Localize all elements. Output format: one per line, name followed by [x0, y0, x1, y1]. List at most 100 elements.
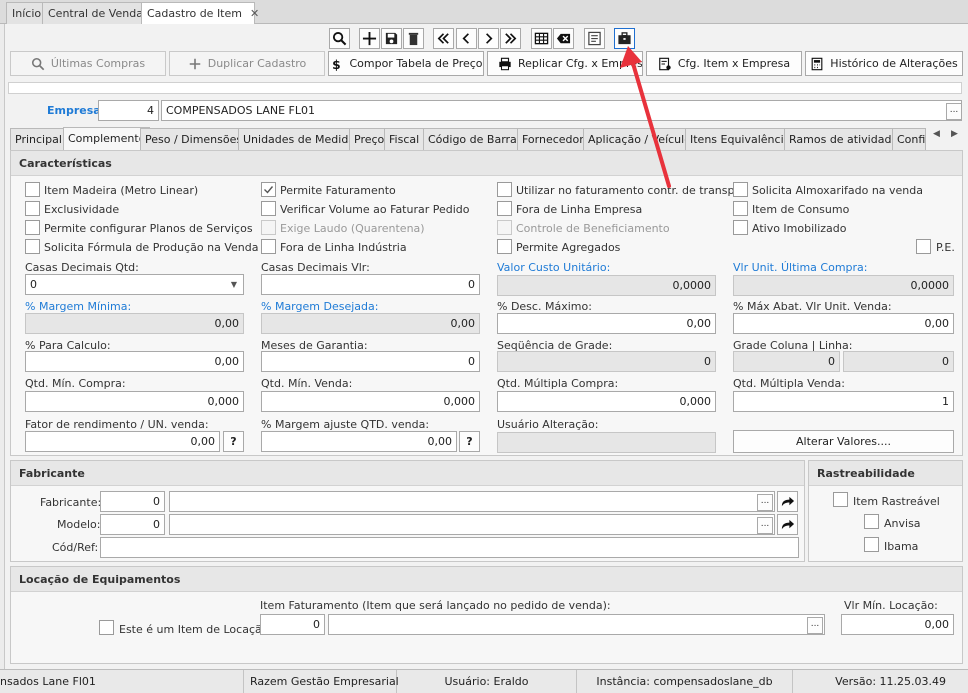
item-faturamento-name-field[interactable]	[328, 614, 825, 635]
margem-ajuste-field[interactable]: 0,00	[261, 431, 457, 452]
search-icon[interactable]	[329, 28, 350, 49]
item-faturamento-lookup-button[interactable]: ...	[807, 617, 823, 634]
max-abat-field[interactable]: 0,00	[733, 313, 954, 334]
tab-itens-equivalencia[interactable]: Itens Equivalência	[685, 128, 796, 150]
vlr-min-locacao-label: Vlr Mín. Locação:	[844, 599, 938, 612]
anvisa-label: Anvisa	[884, 517, 921, 530]
tab-peso-dimensoes[interactable]: Peso / Dimensões	[140, 128, 248, 150]
codref-field[interactable]	[100, 537, 799, 558]
min-compra-field[interactable]: 0,000	[25, 391, 244, 412]
vlr-ultima-compra-label: Vlr Unit. Última Compra:	[733, 261, 868, 274]
first-record-icon[interactable]	[433, 28, 454, 49]
modelo-goto-icon[interactable]	[777, 514, 798, 535]
fabricante-lookup-button[interactable]: ...	[757, 494, 773, 511]
add-icon[interactable]	[359, 28, 380, 49]
item-locacao-checkbox[interactable]	[99, 620, 114, 635]
item-rastreavel-checkbox[interactable]	[833, 492, 848, 507]
dollar-icon: $	[333, 57, 342, 70]
anvisa-checkbox[interactable]	[864, 514, 879, 529]
fora-linha-empresa-checkbox[interactable]	[497, 201, 512, 216]
casas-vlr-field[interactable]: 0	[261, 274, 480, 295]
ativo-imobilizado-checkbox[interactable]	[733, 220, 748, 235]
compor-tabela-preco-button[interactable]: $ Compor Tabela de Preço	[328, 51, 484, 76]
plus-icon	[189, 58, 200, 69]
status-instancia: Instância: compensadoslane_db	[577, 670, 793, 693]
margem-minima-field: 0,00	[25, 313, 244, 334]
grid-icon[interactable]	[531, 28, 552, 49]
tab-configuracoes[interactable]: Confi	[892, 128, 926, 150]
min-venda-field[interactable]: 0,000	[261, 391, 480, 412]
fabricante-code-field[interactable]: 0	[100, 491, 165, 512]
next-record-icon[interactable]	[478, 28, 499, 49]
fabricante-goto-icon[interactable]	[777, 491, 798, 512]
fator-help-button[interactable]: ?	[223, 431, 244, 452]
duplicar-cadastro-button[interactable]: Duplicar Cadastro	[169, 51, 325, 76]
fator-rendimento-label: Fator de rendimento / UN. venda:	[25, 418, 209, 431]
last-record-icon[interactable]	[500, 28, 521, 49]
pe-checkbox[interactable]	[916, 239, 931, 254]
alterar-valores-button[interactable]: Alterar Valores....	[733, 430, 954, 453]
ibama-checkbox[interactable]	[864, 537, 879, 552]
grade-linha-field: 0	[843, 351, 954, 372]
desc-maximo-field[interactable]: 0,00	[497, 313, 716, 334]
item-rastreavel-label: Item Rastreável	[853, 495, 940, 508]
utilizar-faturamento-checkbox[interactable]	[497, 182, 512, 197]
delete-icon[interactable]	[403, 28, 424, 49]
fator-rendimento-field[interactable]: 0,00	[25, 431, 220, 452]
historico-alteracoes-button[interactable]: Histórico de Alterações	[805, 51, 963, 76]
item-madeira-label: Item Madeira (Metro Linear)	[44, 184, 199, 197]
empresa-name-field[interactable]: COMPENSADOS LANE FL01	[161, 100, 962, 121]
margem-desejada-field: 0,00	[261, 313, 480, 334]
meses-garantia-field[interactable]: 0	[261, 351, 480, 372]
tab-complemento[interactable]: Complemento	[63, 127, 151, 150]
para-calculo-field[interactable]: 0,00	[25, 351, 244, 372]
permite-faturamento-checkbox[interactable]	[261, 182, 276, 197]
tab-unidades-medida[interactable]: Unidades de Medida	[238, 128, 361, 150]
form-tabs: Principal Complemento Peso / Dimensões U…	[10, 127, 950, 150]
vlr-min-locacao-field[interactable]: 0,00	[841, 614, 954, 635]
multipla-venda-field[interactable]: 1	[733, 391, 954, 412]
fora-linha-industria-label: Fora de Linha Indústria	[280, 241, 407, 254]
item-consumo-checkbox[interactable]	[733, 201, 748, 216]
modelo-name-field[interactable]	[169, 514, 775, 535]
item-madeira-checkbox[interactable]	[25, 182, 40, 197]
ibama-label: Ibama	[884, 540, 919, 553]
clear-icon[interactable]	[553, 28, 574, 49]
fora-linha-industria-checkbox[interactable]	[261, 239, 276, 254]
tab-fiscal[interactable]: Fiscal	[384, 128, 425, 150]
modelo-code-field[interactable]: 0	[100, 514, 165, 535]
margem-ajuste-help-button[interactable]: ?	[459, 431, 480, 452]
empresa-lookup-button[interactable]: ...	[946, 103, 962, 120]
tab-scroll-right-icon[interactable]: ▶	[951, 129, 958, 139]
ultimas-compras-button[interactable]: Últimas Compras	[10, 51, 166, 76]
min-compra-label: Qtd. Mín. Compra:	[25, 377, 126, 390]
close-icon[interactable]: ✕	[250, 7, 259, 20]
verificar-volume-checkbox[interactable]	[261, 201, 276, 216]
margem-desejada-label: % Margem Desejada:	[261, 300, 379, 313]
previous-record-icon[interactable]	[456, 28, 477, 49]
tab-ramos-atividade[interactable]: Ramos de atividade	[784, 128, 904, 150]
casas-qtd-select[interactable]: 0 ▼	[25, 274, 244, 295]
tab-scroll-left-icon[interactable]: ◀	[933, 129, 940, 139]
planos-servicos-checkbox[interactable]	[25, 220, 40, 235]
exclusividade-checkbox[interactable]	[25, 201, 40, 216]
tab-cadastro-de-item[interactable]: Cadastro de Item ✕	[141, 2, 259, 25]
sequencia-grade-field: 0	[497, 351, 716, 372]
formula-producao-checkbox[interactable]	[25, 239, 40, 254]
solicita-almox-checkbox[interactable]	[733, 182, 748, 197]
modelo-lookup-button[interactable]: ...	[757, 517, 773, 534]
tab-central-de-vendas[interactable]: Central de Vendas	[42, 2, 155, 24]
fora-linha-empresa-label: Fora de Linha Empresa	[516, 203, 643, 216]
tab-fornecedor[interactable]: Fornecedor	[517, 128, 589, 150]
save-icon[interactable]	[381, 28, 402, 49]
fabricante-name-field[interactable]	[169, 491, 775, 512]
formula-producao-label: Solicita Fórmula de Produção na Venda	[44, 241, 259, 254]
status-bar: nsados Lane Fl01 Razem Gestão Empresaria…	[0, 669, 968, 693]
tab-inicio[interactable]: Início	[6, 2, 48, 24]
permite-agregados-checkbox[interactable]	[497, 239, 512, 254]
item-faturamento-code-field[interactable]: 0	[260, 614, 325, 635]
tab-principal[interactable]: Principal	[10, 128, 67, 150]
tab-codigo-barras[interactable]: Código de Barras	[423, 128, 528, 150]
multipla-compra-field[interactable]: 0,000	[497, 391, 716, 412]
empresa-code-field[interactable]: 4	[98, 100, 159, 121]
